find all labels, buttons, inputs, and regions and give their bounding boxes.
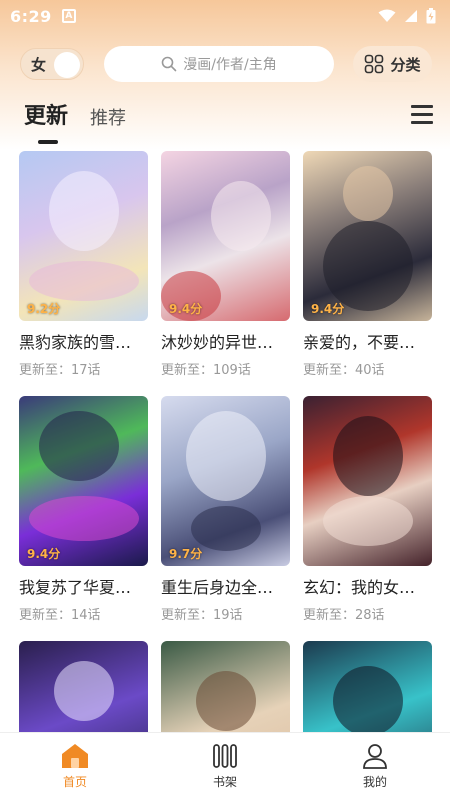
signal-icon [405,10,417,22]
wifi-icon [378,9,396,22]
comic-rating: 9.4分 [27,547,61,561]
bookshelf-icon [213,744,237,768]
comic-title: 黑豹家族的雪… [19,333,132,352]
menu-icon[interactable] [411,105,433,125]
comic-card[interactable]: 9.4分 沐妙妙的异世… 更新至：109话 [161,151,290,378]
tab-recommended[interactable]: 推荐 [90,104,126,130]
comic-cover[interactable]: 9.4分 [19,396,148,566]
comic-cover[interactable]: 9.4分 [161,151,290,321]
tab-updates[interactable]: 更新 [24,98,68,144]
comic-update-status: 更新至：40话 [303,363,385,378]
comic-update-status: 更新至：109话 [161,363,251,378]
comic-cover[interactable] [303,396,432,566]
comic-card[interactable]: 玄幻：我的女… 更新至：28话 [303,396,432,623]
comic-title: 亲爱的，不要… [303,333,416,352]
category-grid-icon [365,54,384,74]
gender-toggle-label: 女 [31,55,47,74]
comic-card[interactable]: 9.2分 黑豹家族的雪… 更新至：17话 [19,151,148,378]
top-bar: 女 漫画/作者/主角 分类 [20,46,432,82]
comic-update-status: 更新至：19话 [161,608,243,623]
comic-rating: 9.4分 [311,302,345,316]
comic-rating: 9.4分 [169,302,203,316]
comic-title: 重生后身边全… [161,578,274,597]
search-icon [161,56,177,72]
comic-cover[interactable]: 9.4分 [303,151,432,321]
comic-title: 沐妙妙的异世… [161,333,274,352]
category-label: 分类 [390,55,421,74]
nav-bookshelf-label: 书架 [212,775,237,789]
comic-rating: 9.2分 [27,302,61,316]
status-time: 6:29 [10,6,52,26]
gender-toggle-knob [54,52,80,78]
comic-update-status: 更新至：28话 [303,608,385,623]
comic-cover[interactable]: 9.2分 [19,151,148,321]
profile-icon [363,744,387,769]
comic-title: 我复苏了华夏… [19,578,132,597]
category-button[interactable]: 分类 [353,46,432,82]
comic-card[interactable]: 9.7分 重生后身边全… 更新至：19话 [161,396,290,623]
nav-home[interactable]: 首页 [0,733,150,800]
comic-update-status: 更新至：14话 [19,608,101,623]
bottom-navigation: 首页 书架 我的 [0,732,450,800]
search-placeholder: 漫画/作者/主角 [183,57,277,73]
content-tabs: 更新 推荐 [24,98,126,144]
nav-profile-label: 我的 [362,775,387,789]
notification-app-icon: A [61,9,76,23]
status-bar: 6:29 A [0,0,450,32]
nav-profile[interactable]: 我的 [300,733,450,800]
battery-icon [426,8,436,24]
comic-card[interactable]: 9.4分 我复苏了华夏… 更新至：14话 [19,396,148,623]
comic-title: 玄幻：我的女… [303,578,416,597]
comic-rating: 9.7分 [169,547,203,561]
comic-update-status: 更新至：17话 [19,363,101,378]
comic-cover[interactable]: 9.7分 [161,396,290,566]
gender-toggle[interactable]: 女 [20,48,84,80]
search-input[interactable]: 漫画/作者/主角 [104,46,334,82]
home-icon [62,744,88,768]
comic-card[interactable]: 9.4分 亲爱的，不要… 更新至：40话 [303,151,432,378]
nav-home-label: 首页 [62,775,87,789]
nav-bookshelf[interactable]: 书架 [150,733,300,800]
